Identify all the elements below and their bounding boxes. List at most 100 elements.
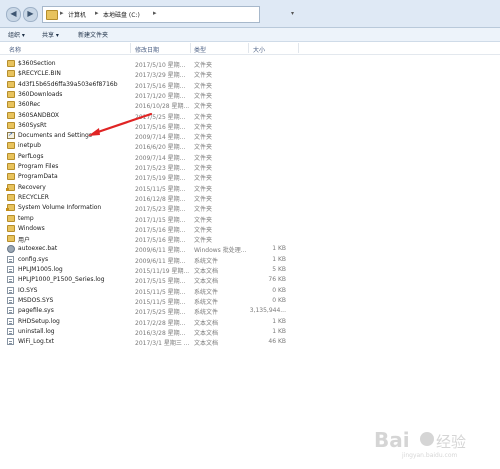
file-modified: 2017/5/23 星期... [135,165,186,172]
file-row[interactable]: HPLJM1005.log 2015/11/19 星期... 文本文档 5 KB [0,265,300,275]
command-bar: 组织 ▾ 共享 ▾ 新建文件夹 [0,28,500,42]
folder-icon [7,214,15,222]
file-modified: 2017/5/16 星期... [135,237,186,245]
file-modified: 2017/5/19 星期... [135,175,186,183]
file-row[interactable]: config.sys 2009/6/11 星期... 系统文件 1 KB [0,255,300,265]
file-type: 文件夹 [194,72,213,80]
file-row[interactable]: autoexec.bat 2009/6/11 星期... Windows 批处理..… [0,244,300,254]
file-row[interactable]: RHDSetup.log 2017/2/28 星期... 文本文档 1 KB [0,317,300,327]
file-row[interactable]: PerfLogs 2009/7/14 星期... 文件夹 [0,152,300,162]
file-modified: 2017/3/1 星期三 ... [135,340,190,348]
file-name: pagefile.sys [18,307,54,315]
column-divider[interactable] [130,43,131,53]
file-type: 文本文档 [194,268,219,275]
file-row[interactable]: 4d3f15b65d6ffa39a503e6f8716b 2017/5/16 星期… [0,80,300,90]
file-row[interactable]: temp 2017/1/15 星期... 文件夹 [0,214,300,224]
folder-icon [7,70,15,78]
file-name: Program Files [18,163,59,170]
column-type[interactable]: 类型 [194,45,206,54]
file-row[interactable]: 360Rec 2016/10/28 星期... 文件夹 [0,100,300,110]
share-button[interactable]: 共享 ▾ [42,30,59,39]
file-name: uninstall.log [18,327,55,335]
file-name: WiFi_Log.txt [18,338,55,346]
file-row[interactable]: Program Files 2017/5/23 星期... 文件夹 [0,162,300,172]
drive-folder-icon [46,10,58,20]
column-modified[interactable]: 修改日期 [135,45,159,54]
watermark-domain: jingyan.baidu.com [401,452,458,459]
breadcrumb[interactable]: ▸ 计算机 ▸ 本地磁盘 (C:) ▸ ▾ [42,6,294,23]
file-name: Recovery [18,183,46,191]
forward-arrow-icon: ▶ [27,9,34,18]
file-type: 系统文件 [194,298,219,306]
file-modified: 2016/10/28 星期... [135,103,190,111]
file-icon [7,327,14,335]
file-row[interactable]: 用户 2017/5/16 星期... 文件夹 [0,234,300,244]
file-row[interactable]: IO.SYS 2015/11/5 星期... 系统文件 0 KB [0,286,300,296]
file-row[interactable]: WiFi_Log.txt 2017/3/1 星期三 ... 文本文档 46 KB [0,337,300,347]
file-row[interactable]: $RECYCLE.BIN 2017/3/29 星期... 文件夹 [0,69,300,79]
organize-button[interactable]: 组织 ▾ [8,30,25,39]
breadcrumb-computer[interactable]: 计算机 [68,10,86,19]
file-modified: 2017/5/10 星期... [135,62,186,69]
address-dropdown-icon[interactable]: ▾ [291,10,294,17]
file-name: ProgramData [18,173,58,181]
back-button[interactable]: ◀ [6,7,21,22]
file-row[interactable]: inetpub 2016/6/20 星期... 文件夹 [0,141,300,151]
file-type: 文件夹 [194,216,213,224]
file-type: 文本文档 [194,340,219,348]
file-modified: 2017/1/15 星期... [135,216,186,224]
file-modified: 2016/6/20 星期... [135,144,186,152]
file-name: 4d3f15b65d6ffa39a503e6f8716b [18,80,118,88]
batch-file-icon [7,245,15,254]
file-row[interactable]: MSDOS.SYS 2015/11/5 星期... 系统文件 0 KB [0,296,300,306]
column-divider[interactable] [298,43,299,53]
file-modified: 2009/6/11 星期... [135,247,186,255]
file-modified: 2017/5/25 星期... [135,309,186,317]
file-icon [7,255,14,263]
file-row[interactable]: RECYCLER 2016/12/8 星期... 文件夹 [0,193,300,203]
folder-icon [7,152,15,160]
file-row[interactable]: Recovery 2015/11/5 星期... 文件夹 [0,183,300,193]
file-modified: 2015/11/5 星期... [135,185,186,193]
new-folder-button[interactable]: 新建文件夹 [78,30,108,39]
file-name: autoexec.bat [18,245,58,253]
file-type: 文件夹 [194,92,213,100]
file-icon [7,286,14,294]
file-size: 76 KB [268,276,286,284]
file-row[interactable]: pagefile.sys 2017/5/25 星期... 系统文件 3,135,944… [0,306,300,316]
forward-button[interactable]: ▶ [23,7,38,22]
file-type: 文件夹 [194,206,213,214]
column-divider[interactable] [190,43,191,53]
file-icon [7,276,14,284]
file-row[interactable]: 360Downloads 2017/1/20 星期... 文件夹 [0,90,300,100]
folder-icon [7,235,15,243]
file-row[interactable]: $360Section 2017/5/10 星期... 文件夹 [0,59,300,69]
folder-icon [7,142,15,150]
breadcrumb-separator: ▸ [95,9,99,17]
file-icon [7,317,14,325]
file-name: 360Rec [18,101,41,109]
column-divider[interactable] [248,43,249,53]
file-type: 系统文件 [194,257,219,265]
file-name: 360SANDBOX [18,111,60,119]
folder-icon [7,60,15,67]
watermark-suffix: 经验 [436,433,466,451]
file-row[interactable]: HPLJP1000_P1500_Series.log 2017/5/15 星期..… [0,275,300,285]
folder-icon [7,173,15,181]
file-row[interactable]: ProgramData 2017/5/19 星期... 文件夹 [0,172,300,182]
folder-icon [7,90,15,98]
file-icon [7,338,14,346]
file-row[interactable]: Windows 2017/5/16 星期... 文件夹 [0,224,300,234]
annotation-arrow [88,112,153,136]
file-type: 文本文档 [194,319,219,327]
file-row[interactable]: System Volume Information 2017/5/23 星期...… [0,203,300,213]
file-name: 360SysRt [18,121,47,129]
breadcrumb-local-disk[interactable]: 本地磁盘 (C:) [103,10,140,19]
file-icon [7,266,14,273]
column-size[interactable]: 大小 [253,45,265,54]
file-name: MSDOS.SYS [18,296,54,304]
file-row[interactable]: uninstall.log 2016/3/28 星期... 文本文档 1 KB [0,327,300,337]
file-size: 0 KB [272,286,286,294]
file-modified: 2015/11/5 星期... [135,298,186,306]
column-name[interactable]: 名称 [9,45,21,54]
